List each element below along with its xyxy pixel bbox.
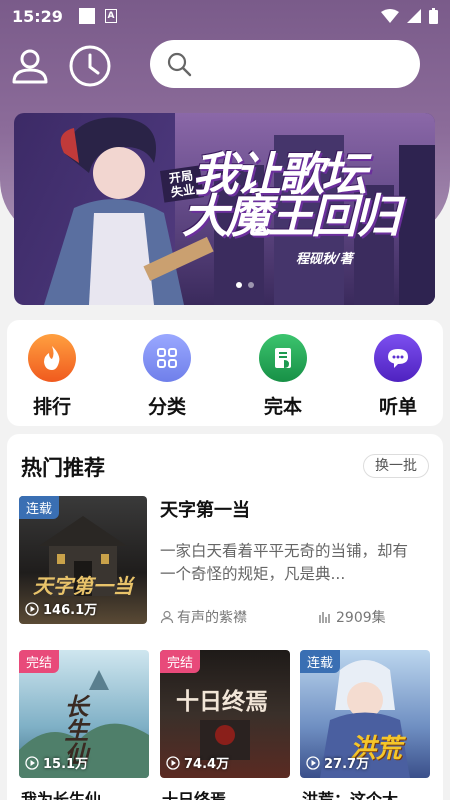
category-classify[interactable]: 分类 [122,334,212,419]
play-count-value: 15.1万 [43,757,89,772]
book-cover[interactable]: 十日终焉 完结 74.4万 [160,650,290,778]
chat-icon [374,334,422,382]
grid-icon [143,334,191,382]
play-icon [25,755,39,770]
search-input[interactable] [150,40,420,88]
play-icon [306,755,320,770]
play-count: 146.1万 [25,599,97,618]
author: 有声的紫襟 [160,607,247,627]
top-header [0,38,450,90]
refresh-button[interactable]: 换一批 [363,454,429,478]
category-ranking[interactable]: 排行 [7,334,97,419]
episodes: 2909集 [318,607,386,627]
app-notification-icon: A [104,9,117,23]
play-count: 15.1万 [25,753,88,772]
featured-book-title[interactable]: 天字第一当 [160,496,250,522]
status-time: 15:29 [12,6,63,26]
book-title[interactable]: 洪荒：这个大 [302,786,430,800]
history-clock-icon[interactable] [68,44,112,88]
banner-title: 我让歌坛 大魔王回归 [182,151,432,239]
book-title[interactable]: 我为长生仙 [21,786,149,800]
search-icon [167,52,192,77]
play-icon [166,755,180,770]
hot-recommend-section: 热门推荐 换一批 天字第一当 连载 146.1万 天字第一当 一家白天看着平平无… [7,434,443,800]
signal-icon [407,9,421,23]
promo-banner[interactable]: 开局失业 我让歌坛 大魔王回归 程砚秋/著 [14,113,435,305]
status-badge: 连载 [300,650,341,673]
featured-book-meta: 有声的紫襟 2909集 [160,607,430,627]
play-count-value: 27.7万 [324,757,370,772]
book-title[interactable]: 十日终焉 [162,786,290,800]
status-badge: 完结 [19,650,60,673]
status-badge: 连载 [19,496,60,519]
cover-title-art: 天字第一当 [33,574,133,598]
play-count: 74.4万 [166,753,229,772]
episode-count: 2909集 [336,610,386,626]
episodes-icon [319,612,330,623]
status-bar: 15:29 A [0,0,450,32]
category-label: 完本 [263,396,302,418]
book-cover[interactable]: 洪荒 连载 27.7万 [300,650,430,778]
battery-icon [429,8,438,24]
user-icon[interactable] [8,44,52,88]
section-title: 热门推荐 [21,456,105,480]
wifi-icon [381,9,399,23]
category-label: 听单 [378,396,417,418]
flame-icon [28,334,76,382]
play-count: 27.7万 [306,753,369,772]
status-badge: 完结 [160,650,201,673]
play-count-value: 146.1万 [43,603,98,618]
category-completed[interactable]: 完本 [238,334,328,419]
category-playlist[interactable]: 听单 [353,334,443,419]
category-label: 分类 [147,396,186,418]
banner-author: 程砚秋/著 [296,252,353,267]
featured-book-cover[interactable]: 天字第一当 连载 146.1万 [19,496,147,624]
cover-title-art: 十日终焉 [176,689,268,715]
book-icon [259,334,307,382]
category-card: 排行 分类 完本 听单 [7,320,443,426]
banner-pagination [236,282,254,288]
pagination-dot [236,282,242,288]
featured-book-description: 一家白天看着平平无奇的当铺，却有一个奇怪的规矩，凡是典... [160,542,409,583]
person-icon [160,610,174,624]
notification-icon [78,8,95,24]
category-label: 排行 [32,396,71,418]
play-count-value: 74.4万 [184,757,230,772]
author-name: 有声的紫襟 [177,610,247,626]
play-icon [25,601,39,616]
pagination-dot [248,282,254,288]
banner-title-line2: 大魔王回归 [182,189,400,243]
book-cover[interactable]: 长生仙 完结 15.1万 [19,650,149,778]
